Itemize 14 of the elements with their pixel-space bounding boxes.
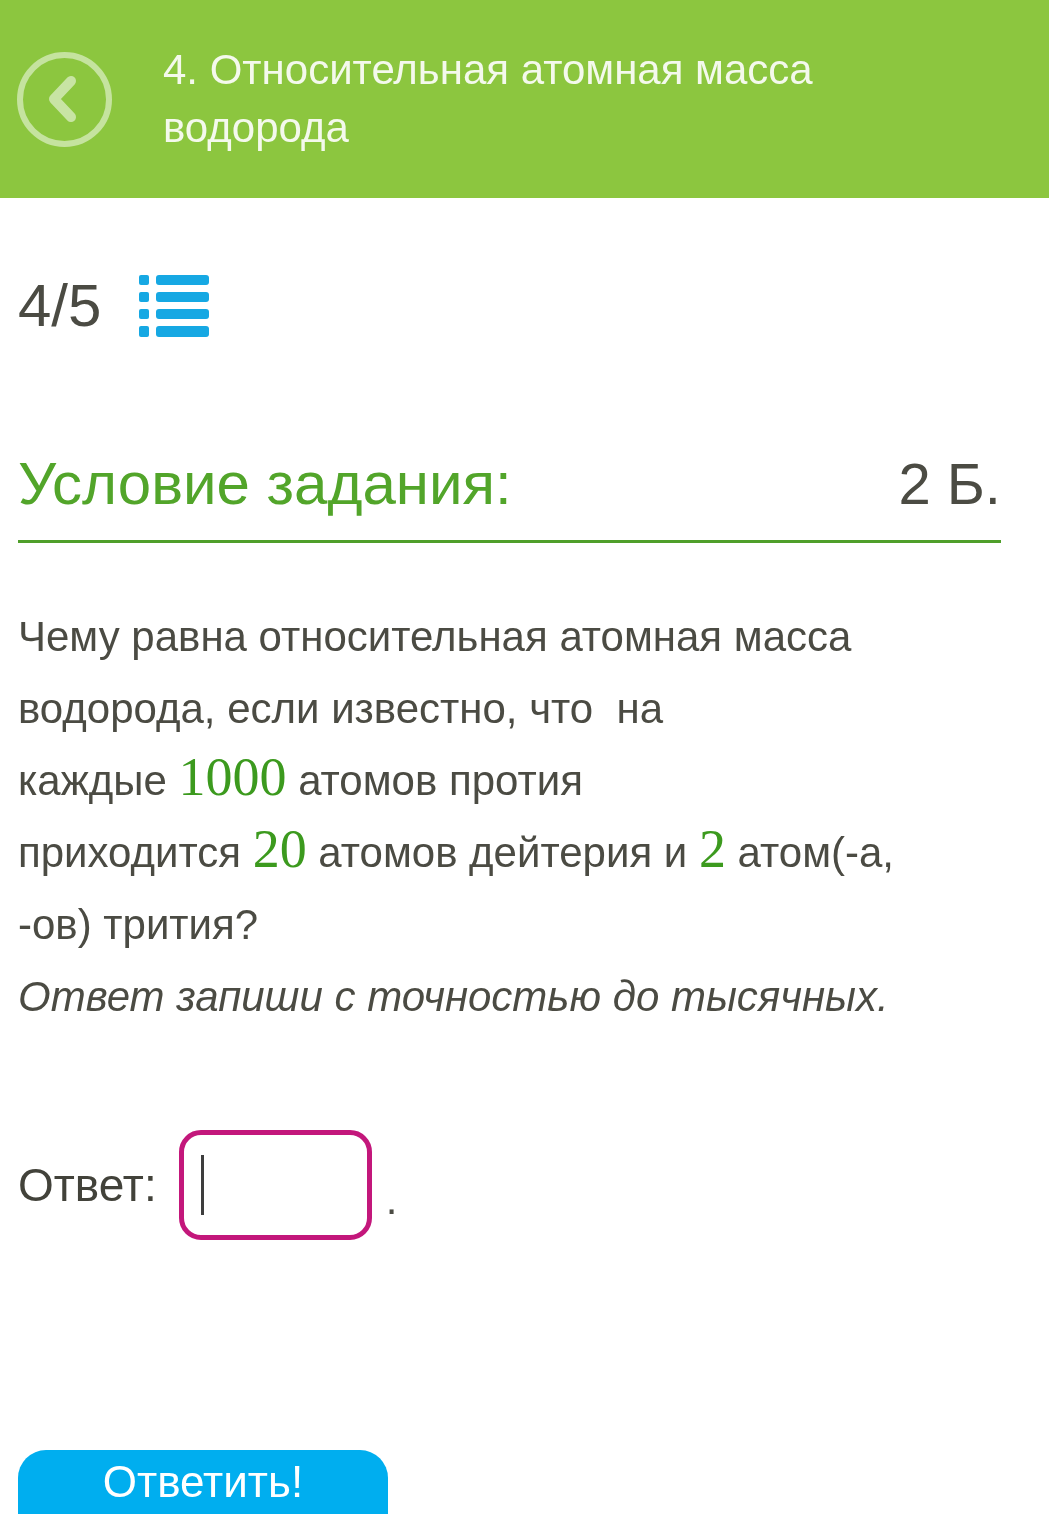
instruction-text: Ответ запиши с точностью до тысячных. <box>18 972 890 1022</box>
list-icon[interactable] <box>139 275 210 337</box>
text-cursor-icon <box>200 1155 204 1215</box>
chevron-left-icon <box>46 76 77 122</box>
section-heading: Условие задания: <box>18 449 512 519</box>
submit-button[interactable]: Ответить! <box>18 1450 388 1514</box>
answer-label: Ответ: <box>18 1158 157 1212</box>
points-label: 2 Б. <box>898 450 1001 518</box>
back-button[interactable] <box>17 51 112 147</box>
question-text: Чему равна относительная атомная масса водорода, если известно, что на каждые 1000 атомов протия приходится 20 атомов дейтерия и 2 атом(-а, -ов) трития? <box>18 612 896 950</box>
answer-field[interactable] <box>178 1130 372 1240</box>
page-title: 4. Относительная атомная масса водорода <box>163 45 814 153</box>
period-text: . <box>385 1176 398 1224</box>
question-counter: 4/5 <box>18 271 102 341</box>
